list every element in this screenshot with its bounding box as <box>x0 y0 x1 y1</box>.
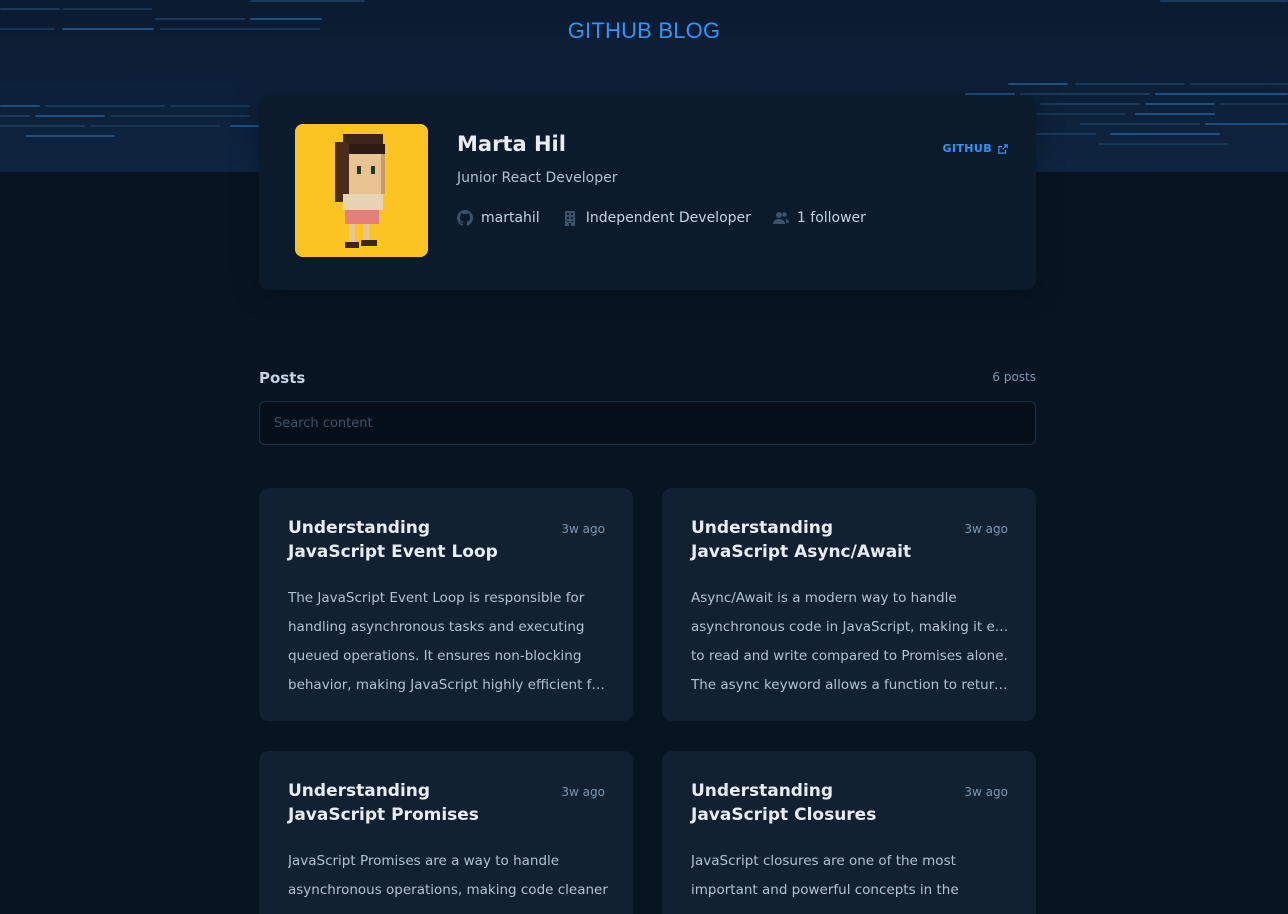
excerpt-line: JavaScript Promises are a way to handle <box>288 853 560 869</box>
post-card[interactable]: Understanding JavaScript Promises 3w ago… <box>259 751 633 914</box>
post-date: 3w ago <box>561 785 605 799</box>
company-item: Independent Developer <box>562 210 751 226</box>
github-link[interactable]: GITHUB <box>942 142 1008 155</box>
posts-heading: Posts <box>259 369 306 387</box>
post-title: Understanding JavaScript Closures <box>691 781 877 825</box>
excerpt-line: The JavaScript Event Loop is responsible… <box>288 590 585 606</box>
avatar-image <box>295 124 428 257</box>
username-item: martahil <box>457 210 540 226</box>
building-icon <box>564 211 575 226</box>
post-card[interactable]: Understanding JavaScript Closures 3w ago… <box>662 751 1036 914</box>
posts-count: 6 posts <box>992 370 1036 384</box>
excerpt-line: important and powerful concepts in the <box>691 882 959 898</box>
profile-username: martahil <box>481 210 540 226</box>
profile-card: Marta Hil Junior React Developer martahi… <box>259 95 1036 290</box>
github-icon <box>457 210 473 226</box>
post-date: 3w ago <box>964 522 1008 536</box>
post-title: Understanding JavaScript Promises <box>288 781 479 825</box>
profile-name: Marta Hil <box>457 132 566 156</box>
excerpt-line: JavaScript closures are one of the most <box>691 853 956 869</box>
post-card[interactable]: Understanding JavaScript Async/Await 3w … <box>662 488 1036 721</box>
profile-company: Independent Developer <box>585 210 751 226</box>
excerpt-line: queued operations. It ensures non-blocki… <box>288 648 582 664</box>
excerpt-line: asynchronous operations, making code cle… <box>288 882 608 898</box>
excerpt-line: The async keyword allows a function to r… <box>691 677 1011 693</box>
profile-title: Junior React Developer <box>457 170 618 186</box>
excerpt-line: behavior, making JavaScript highly effic… <box>288 677 608 693</box>
excerpt-line: asynchronous code in JavaScript, making … <box>691 619 1011 635</box>
followers-item: 1 follower <box>772 210 866 226</box>
post-card[interactable]: Understanding JavaScript Event Loop 3w a… <box>259 488 633 721</box>
post-title: Understanding JavaScript Event Loop <box>288 518 498 562</box>
post-date: 3w ago <box>964 785 1008 799</box>
external-link-icon <box>998 143 1008 154</box>
post-excerpt: The JavaScript Event Loop is responsible… <box>288 584 608 700</box>
post-title: Understanding JavaScript Async/Await <box>691 518 912 562</box>
blog-title: GITHUB BLOG <box>567 18 721 43</box>
excerpt-line: to read and write compared to Promises a… <box>691 648 1008 664</box>
excerpt-line: handling asynchronous tasks and executin… <box>288 619 585 635</box>
profile-meta: martahil Independent Developer 1 followe… <box>457 210 888 226</box>
profile-followers: 1 follower <box>796 210 866 226</box>
github-link-label: GITHUB <box>942 142 992 155</box>
post-excerpt: JavaScript closures are one of the most … <box>691 847 1011 914</box>
post-excerpt: Async/Await is a modern way to handle as… <box>691 584 1011 700</box>
avatar <box>295 124 428 257</box>
excerpt-line: Async/Await is a modern way to handle <box>691 590 957 606</box>
users-icon <box>772 212 789 224</box>
search-input[interactable] <box>259 401 1036 445</box>
post-date: 3w ago <box>561 522 605 536</box>
post-excerpt: JavaScript Promises are a way to handle … <box>288 847 608 914</box>
